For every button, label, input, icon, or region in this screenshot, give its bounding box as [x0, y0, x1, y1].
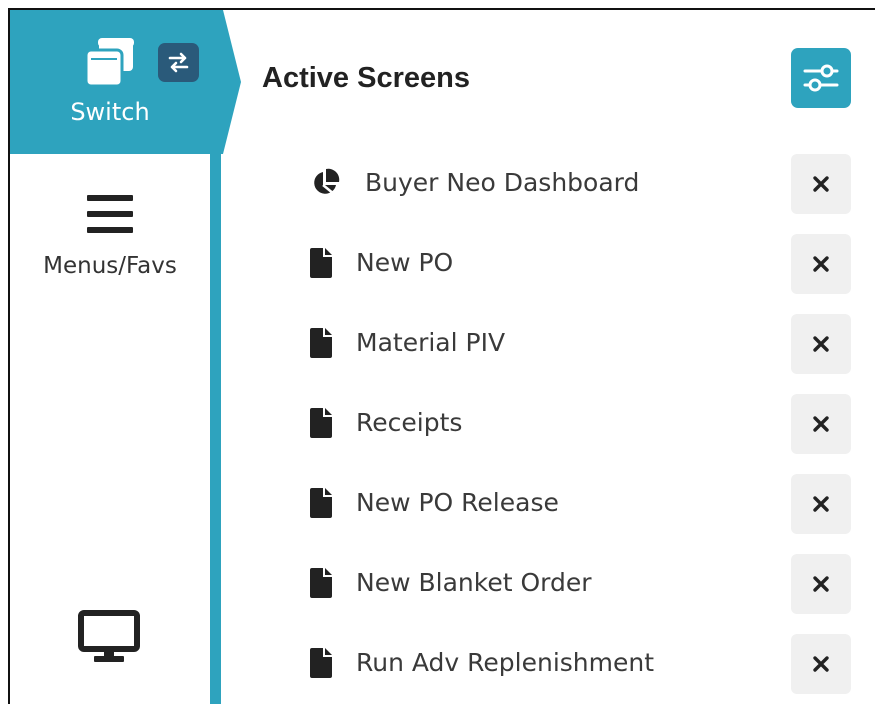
- screen-label[interactable]: New PO: [356, 248, 453, 277]
- close-screen-button[interactable]: [791, 394, 851, 454]
- close-icon: [813, 576, 829, 592]
- active-screens-window: Switch Menus/Favs Active Screens Buyer N…: [8, 8, 875, 704]
- document-icon: [310, 408, 332, 443]
- document-icon: [310, 248, 332, 283]
- close-screen-button[interactable]: [791, 234, 851, 294]
- document-icon: [310, 488, 332, 523]
- list-item[interactable]: Run Adv Replenishment: [300, 626, 860, 704]
- panel-title: Active Screens: [262, 62, 470, 94]
- list-item[interactable]: Material PIV: [300, 306, 860, 386]
- close-icon: [813, 336, 829, 352]
- screen-label[interactable]: New Blanket Order: [356, 568, 592, 597]
- close-screen-button[interactable]: [791, 474, 851, 534]
- switch-tab[interactable]: Switch: [10, 10, 241, 154]
- sliders-icon: [803, 64, 839, 92]
- menus-favs-label: Menus/Favs: [43, 253, 177, 279]
- hamburger-menu-icon: [87, 195, 133, 240]
- screen-label[interactable]: Buyer Neo Dashboard: [365, 168, 639, 197]
- screen-label[interactable]: Run Adv Replenishment: [356, 648, 654, 677]
- swap-arrows-icon: [158, 43, 199, 82]
- screen-label[interactable]: Material PIV: [356, 328, 505, 357]
- close-icon: [813, 256, 829, 272]
- list-item[interactable]: Receipts: [300, 386, 860, 466]
- close-icon: [813, 496, 829, 512]
- screen-label[interactable]: New PO Release: [356, 488, 559, 517]
- close-screen-button[interactable]: [791, 314, 851, 374]
- list-item[interactable]: New PO Release: [300, 466, 860, 546]
- close-screen-button[interactable]: [791, 554, 851, 614]
- close-screen-button[interactable]: [791, 154, 851, 214]
- document-icon: [310, 328, 332, 363]
- close-icon: [813, 656, 829, 672]
- desktop-monitor-icon[interactable]: [78, 610, 140, 664]
- close-icon: [813, 176, 829, 192]
- rail-divider-stripe: [210, 10, 221, 704]
- list-item[interactable]: New Blanket Order: [300, 546, 860, 626]
- close-icon: [813, 416, 829, 432]
- pie-chart-icon: [310, 168, 340, 203]
- windows-stack-icon: [84, 36, 136, 95]
- menus-favs-button[interactable]: Menus/Favs: [10, 180, 210, 290]
- screen-label[interactable]: Receipts: [356, 408, 462, 437]
- document-icon: [310, 568, 332, 603]
- list-item[interactable]: Buyer Neo Dashboard: [300, 146, 860, 226]
- left-rail: Switch Menus/Favs: [10, 10, 241, 704]
- list-item[interactable]: New PO: [300, 226, 860, 306]
- active-screens-list: Buyer Neo Dashboard New PO Material PIV …: [300, 146, 860, 704]
- switch-label: Switch: [70, 98, 150, 126]
- document-icon: [310, 648, 332, 683]
- settings-sliders-button[interactable]: [791, 48, 851, 108]
- close-screen-button[interactable]: [791, 634, 851, 694]
